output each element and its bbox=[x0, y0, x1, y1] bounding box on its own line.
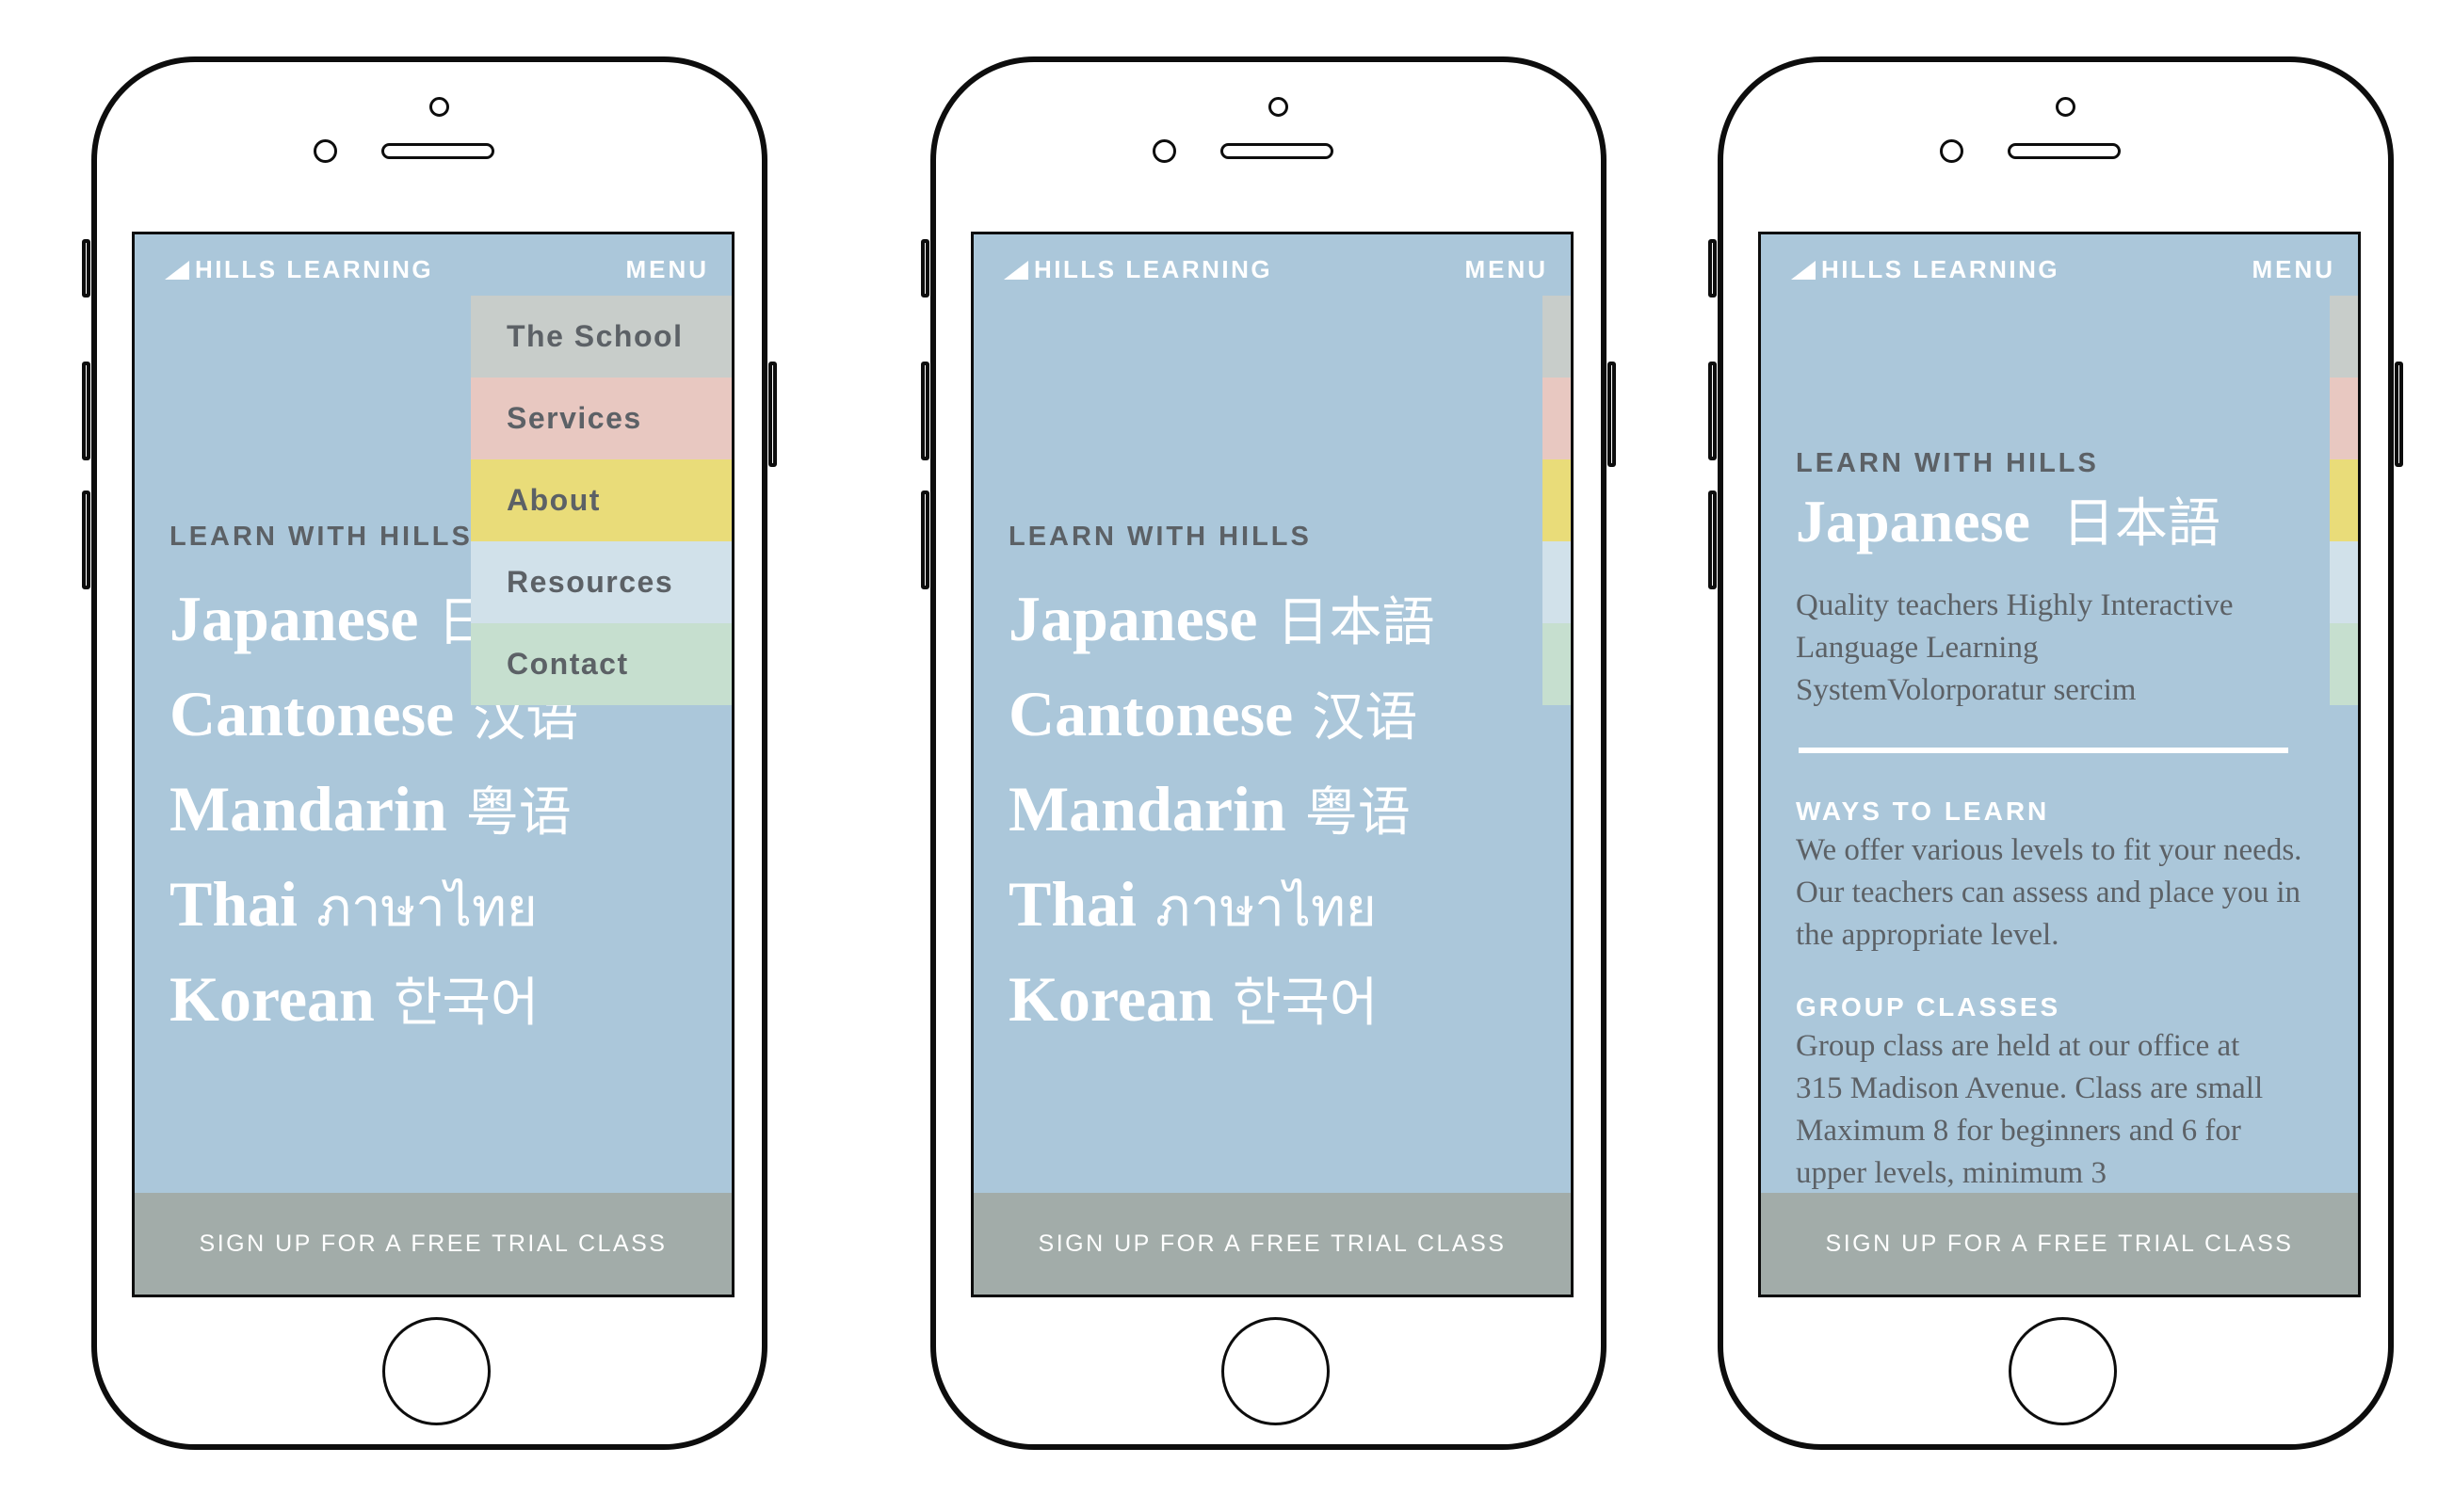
menu-button[interactable]: MENU bbox=[2252, 255, 2335, 284]
language-item-mandarin[interactable]: Mandarin 粤语 bbox=[170, 764, 595, 859]
strip-segment-the-school[interactable] bbox=[2330, 296, 2358, 378]
divider bbox=[1799, 748, 2288, 753]
language-item-thai[interactable]: Thai ภาษาไทย bbox=[170, 859, 595, 954]
language-item-mandarin[interactable]: Mandarin 粤语 bbox=[1009, 764, 1434, 859]
strip-segment-the-school[interactable] bbox=[1542, 296, 1571, 378]
side-button bbox=[82, 239, 90, 298]
home-button-icon[interactable] bbox=[2009, 1317, 2117, 1425]
earpiece-speaker-icon bbox=[2008, 143, 2121, 159]
kicker: LEARN WITH HILLS bbox=[1009, 522, 1312, 552]
menu-button[interactable]: MENU bbox=[625, 255, 709, 284]
side-button bbox=[921, 239, 929, 298]
front-camera-icon bbox=[2056, 97, 2075, 117]
earpiece-speaker-icon bbox=[381, 143, 494, 159]
brand-logo[interactable]: HILLS LEARNING bbox=[1791, 255, 2059, 284]
free-trial-button[interactable]: SIGN UP FOR A FREE TRIAL CLASS bbox=[1761, 1193, 2358, 1295]
brand-name: HILLS LEARNING bbox=[195, 255, 434, 283]
section-title-group-classes: GROUP CLASSES bbox=[1796, 992, 2061, 1021]
language-item-thai[interactable]: Thai ภาษาไทย bbox=[1009, 859, 1434, 954]
front-camera-icon bbox=[1268, 97, 1288, 117]
kicker: LEARN WITH HILLS bbox=[170, 522, 473, 552]
free-trial-button[interactable]: SIGN UP FOR A FREE TRIAL CLASS bbox=[135, 1193, 732, 1295]
brand-name: HILLS LEARNING bbox=[1821, 255, 2060, 283]
strip-segment-services[interactable] bbox=[1542, 378, 1571, 459]
power-button bbox=[1607, 362, 1616, 467]
power-button bbox=[2395, 362, 2403, 467]
brand-logo[interactable]: HILLS LEARNING bbox=[1004, 255, 1272, 284]
strip-segment-contact[interactable] bbox=[2330, 623, 2358, 705]
menu-item-resources[interactable]: Resources bbox=[471, 541, 732, 623]
triangle-logo-icon bbox=[1004, 260, 1028, 280]
free-trial-button[interactable]: SIGN UP FOR A FREE TRIAL CLASS bbox=[974, 1193, 1571, 1295]
menu-color-strip[interactable] bbox=[1542, 296, 1571, 705]
volume-down-button bbox=[82, 491, 90, 589]
screen: HILLS LEARNING MENU LEARN WITH HILLS Jap… bbox=[132, 232, 735, 1297]
front-camera-icon bbox=[429, 97, 449, 117]
volume-up-button bbox=[921, 362, 929, 460]
language-item-japanese[interactable]: Japanese日本語 bbox=[1009, 573, 1434, 668]
menu-color-strip[interactable] bbox=[2330, 296, 2358, 705]
brand-logo[interactable]: HILLS LEARNING bbox=[165, 255, 433, 284]
earpiece-speaker-icon bbox=[1220, 143, 1333, 159]
menu-button[interactable]: MENU bbox=[1464, 255, 1548, 284]
strip-segment-contact[interactable] bbox=[1542, 623, 1571, 705]
strip-segment-services[interactable] bbox=[2330, 378, 2358, 459]
menu-item-about[interactable]: About bbox=[471, 459, 732, 541]
sensor-icon bbox=[1153, 139, 1176, 163]
language-title: Japanese 日本語 bbox=[1796, 488, 2220, 555]
volume-up-button bbox=[1708, 362, 1717, 460]
language-item-cantonese[interactable]: Cantonese 汉语 bbox=[1009, 668, 1434, 764]
kicker: LEARN WITH HILLS bbox=[1796, 448, 2099, 478]
power-button bbox=[768, 362, 777, 467]
menu-item-services[interactable]: Services bbox=[471, 378, 732, 459]
language-item-korean[interactable]: Korean 한국어 bbox=[1009, 954, 1434, 1049]
sensor-icon bbox=[314, 139, 337, 163]
strip-segment-resources[interactable] bbox=[2330, 541, 2358, 623]
strip-segment-about[interactable] bbox=[2330, 459, 2358, 541]
triangle-logo-icon bbox=[1791, 260, 1816, 280]
screen: HILLS LEARNING MENU LEARN WITH HILLS Jap… bbox=[1758, 232, 2361, 1297]
language-item-korean[interactable]: Korean 한국어 bbox=[170, 954, 595, 1049]
language-intro: Quality teachers Highly Interactive Lang… bbox=[1796, 588, 2234, 707]
side-button bbox=[1708, 239, 1717, 298]
language-list: Japanese日本語 Cantonese汉语 Mandarin粤语 Thaiภ… bbox=[1009, 573, 1434, 1049]
sensor-icon bbox=[1940, 139, 1963, 163]
home-button-icon[interactable] bbox=[382, 1317, 491, 1425]
section-text-ways-to-learn: We offer various levels to fit your need… bbox=[1796, 833, 2302, 952]
home-button-icon[interactable] bbox=[1221, 1317, 1330, 1425]
strip-segment-resources[interactable] bbox=[1542, 541, 1571, 623]
screen: HILLS LEARNING MENU LEARN WITH HILLS Jap… bbox=[971, 232, 1574, 1297]
triangle-logo-icon bbox=[165, 260, 189, 280]
phone-menu-collapsed: HILLS LEARNING MENU LEARN WITH HILLS Jap… bbox=[921, 56, 1616, 1450]
phone-menu-open: HILLS LEARNING MENU LEARN WITH HILLS Jap… bbox=[82, 56, 777, 1450]
section-text-group-classes: Group class are held at our office at 31… bbox=[1796, 1029, 2264, 1190]
section-title-ways-to-learn: WAYS TO LEARN bbox=[1796, 796, 2050, 826]
brand-name: HILLS LEARNING bbox=[1034, 255, 1273, 283]
menu-dropdown: The School Services About Resources Cont… bbox=[471, 296, 732, 705]
menu-item-the-school[interactable]: The School bbox=[471, 296, 732, 378]
volume-down-button bbox=[921, 491, 929, 589]
phone-language-detail: HILLS LEARNING MENU LEARN WITH HILLS Jap… bbox=[1708, 56, 2403, 1450]
volume-up-button bbox=[82, 362, 90, 460]
strip-segment-about[interactable] bbox=[1542, 459, 1571, 541]
menu-item-contact[interactable]: Contact bbox=[471, 623, 732, 705]
volume-down-button bbox=[1708, 491, 1717, 589]
